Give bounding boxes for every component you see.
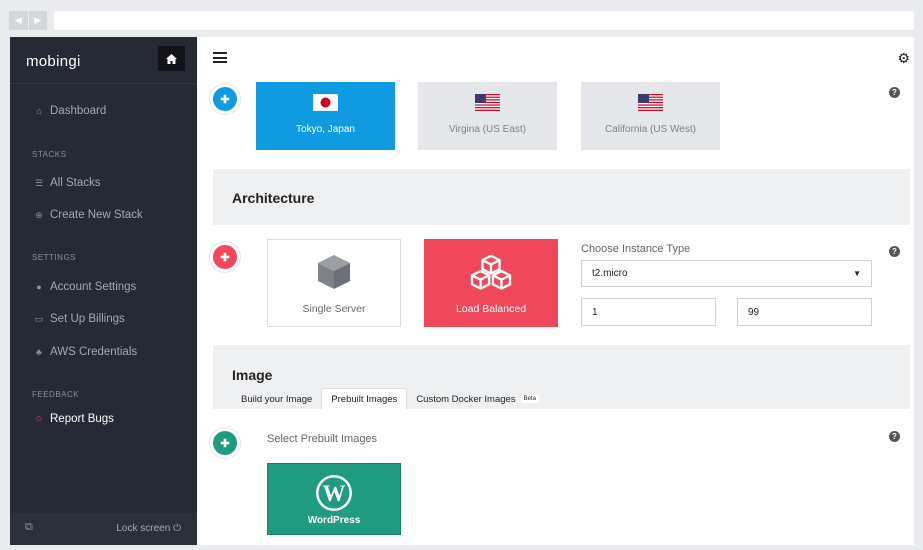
beta-badge: Beta <box>520 395 539 403</box>
lock-screen-button[interactable]: Lock screen ⏻ <box>116 523 181 534</box>
puzzle-icon: ✚ <box>210 428 240 458</box>
architecture-label: Load Balanced <box>455 303 527 315</box>
top-bar: ⚙ <box>197 37 914 81</box>
sidebar-item-account-settings[interactable]: ● Account Settings <box>34 281 136 293</box>
collapse-icon[interactable]: ⧉ <box>25 521 33 534</box>
circle-icon: ○ <box>35 413 43 425</box>
svg-text:W: W <box>323 481 346 506</box>
menu-icon[interactable] <box>213 52 227 63</box>
architecture-card-load-balanced[interactable]: Load Balanced <box>424 239 558 327</box>
plus-circle-icon: ⊕ <box>35 209 43 220</box>
browser-nav-buttons: ◀ ▶ <box>9 11 47 30</box>
cube-icon <box>318 255 350 289</box>
sidebar-item-aws-credentials[interactable]: ♣ AWS Credentials <box>34 346 137 358</box>
sidebar-item-create-stack[interactable]: ⊕ Create New Stack <box>34 209 143 221</box>
section-heading-image: Image <box>232 367 273 383</box>
tab-label: Custom Docker Images <box>416 393 516 405</box>
section-label-settings: SETTINGS <box>32 253 77 262</box>
sidebar-item-dashboard[interactable]: ⌂ Dashboard <box>34 105 106 117</box>
power-icon: ⏻ <box>173 523 181 534</box>
sidebar-item-label: Account Settings <box>50 281 137 293</box>
sidebar-item-label: Set Up Billings <box>50 313 125 325</box>
region-card-california[interactable]: California (US West) <box>581 82 720 150</box>
instance-type-label: Choose Instance Type <box>581 243 691 255</box>
sidebar-item-billing[interactable]: ▭ Set Up Billings <box>34 313 125 325</box>
users-icon: ♣ <box>36 347 42 357</box>
app-logo: mobingi <box>26 53 81 70</box>
address-bar[interactable] <box>54 11 914 30</box>
region-label: Virgina (US East) <box>448 124 527 135</box>
max-instances-input[interactable]: 99 <box>737 298 872 326</box>
sidebar-item-all-stacks[interactable]: ☰ All Stacks <box>34 177 101 189</box>
min-instances-input[interactable]: 1 <box>581 298 716 326</box>
min-instances-value: 1 <box>592 306 598 318</box>
list-icon: ☰ <box>34 177 44 188</box>
section-heading-architecture: Architecture <box>232 190 315 206</box>
sidebar: mobingi ⌂ Dashboard STACKS ☰ All Stacks … <box>10 37 197 545</box>
help-icon[interactable]: ? <box>889 246 900 257</box>
credit-card-icon: ▭ <box>34 313 44 324</box>
architecture-card-single-server[interactable]: Single Server <box>267 239 401 327</box>
tab-label: Build your Image <box>241 393 313 405</box>
back-arrow-icon[interactable]: ◀ <box>9 11 29 30</box>
select-prebuilt-label: Select Prebuilt Images <box>267 433 378 445</box>
us-flag-icon <box>638 94 663 111</box>
sidebar-item-label: Report Bugs <box>50 413 114 425</box>
sidebar-item-label: AWS Credentials <box>50 346 138 358</box>
image-tabs: Build your Image Prebuilt Images Custom … <box>232 388 548 410</box>
caret-down-icon: ▼ <box>853 269 861 278</box>
home-icon <box>166 53 177 64</box>
lock-screen-label: Lock screen <box>116 523 171 534</box>
architecture-header-band <box>213 169 910 225</box>
browser-chrome: ◀ ▶ <box>0 0 923 36</box>
region-card-tokyo[interactable]: Tokyo, Japan <box>256 82 395 150</box>
gear-icon[interactable]: ⚙ <box>897 50 910 67</box>
region-card-virginia[interactable]: Virgina (US East) <box>418 82 557 150</box>
region-label: Tokyo, Japan <box>296 124 355 135</box>
sidebar-item-label: Dashboard <box>50 105 107 117</box>
sidebar-item-label: Create New Stack <box>50 209 143 221</box>
tab-custom-docker-images[interactable]: Custom Docker Images Beta <box>407 388 548 410</box>
region-label: California (US West) <box>605 124 696 135</box>
image-label: WordPress <box>307 515 361 526</box>
cubes-icon <box>470 254 512 290</box>
japan-flag-icon <box>313 94 338 111</box>
sidebar-item-report-bugs[interactable]: ○ Report Bugs <box>34 413 114 425</box>
instance-type-value: t2.micro <box>592 268 628 279</box>
section-label-stacks: STACKS <box>32 150 67 159</box>
sidebar-item-label: All Stacks <box>50 177 101 189</box>
max-instances-value: 99 <box>748 306 760 318</box>
puzzle-icon: ✚ <box>210 84 240 114</box>
help-icon[interactable]: ? <box>889 431 900 442</box>
tab-label: Prebuilt Images <box>331 393 398 405</box>
sidebar-footer: ⧉ Lock screen ⏻ <box>10 513 197 545</box>
help-icon[interactable]: ? <box>889 87 900 98</box>
us-flag-icon <box>475 94 500 111</box>
sidebar-divider <box>10 83 197 84</box>
section-label-feedback: FEEDBACK <box>32 390 80 399</box>
image-card-wordpress[interactable]: W WordPress <box>267 463 401 535</box>
user-icon: ● <box>36 282 42 292</box>
architecture-label: Single Server <box>302 303 366 315</box>
wordpress-icon: W <box>316 475 352 511</box>
forward-arrow-icon[interactable]: ▶ <box>29 11 48 30</box>
tab-build-your-image[interactable]: Build your Image <box>232 388 321 410</box>
tab-prebuilt-images[interactable]: Prebuilt Images <box>321 388 408 410</box>
puzzle-icon: ✚ <box>210 242 240 272</box>
instance-type-select[interactable]: t2.micro ▼ <box>581 260 872 287</box>
main-content: ⚙ ✚ ? Tokyo, Japan Virgina (US East) Cal… <box>197 37 914 545</box>
home-icon: ⌂ <box>36 106 42 116</box>
home-button[interactable] <box>158 46 185 71</box>
